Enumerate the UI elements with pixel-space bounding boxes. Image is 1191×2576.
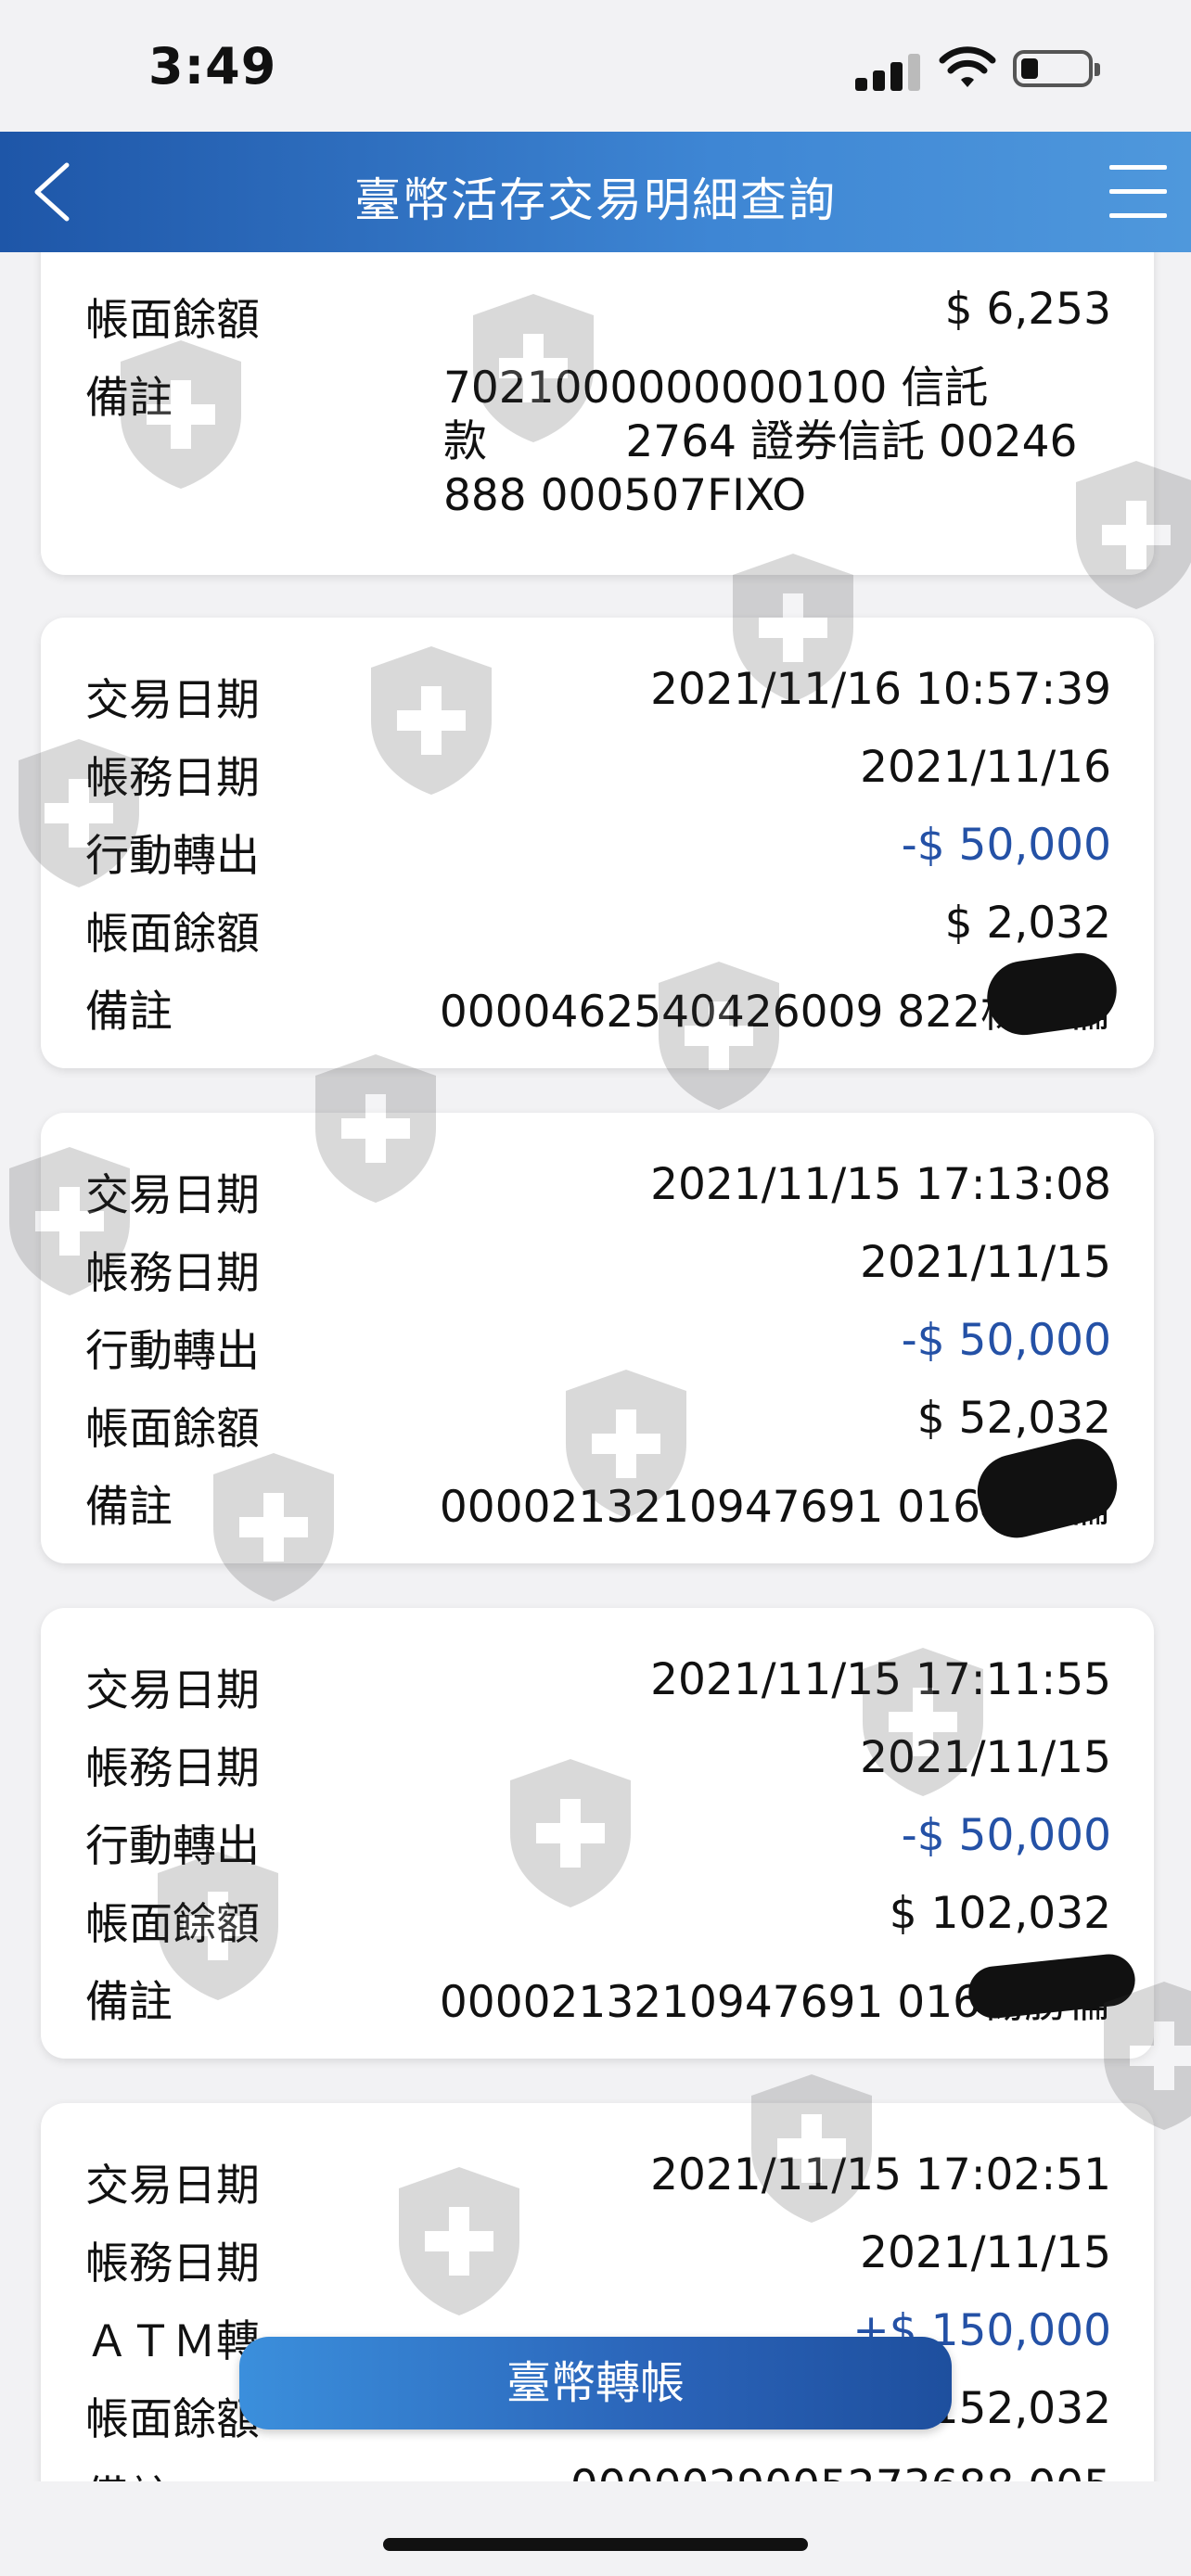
balance-row: 帳面餘額 $ 52,032 (85, 1393, 1111, 1455)
note-row: 備註 7021000000000100 信託 款 2764 證券信託 00246… (85, 362, 1111, 529)
transaction-date-row: 交易日期 2021/11/16 10:57:39 (85, 664, 1111, 726)
note-text: 7021000000000100 信託 款 2764 證券信託 00246 88… (443, 362, 1130, 523)
balance-row: 帳面餘額 $ 2,032 (85, 898, 1111, 960)
row-value: $ 52,032 (916, 1393, 1111, 1444)
row-label: 行動轉出 (85, 831, 260, 882)
row-label: 帳務日期 (85, 2238, 260, 2289)
row-label: 備註 (85, 2461, 173, 2481)
transaction-list[interactable]: 帳面餘額 $ 6,253 備註 7021000000000100 信託 款 27… (0, 252, 1191, 2481)
signal-icon (855, 50, 920, 91)
posting-date-row: 帳務日期 2021/11/15 (85, 1237, 1111, 1299)
home-indicator[interactable] (383, 2538, 808, 2551)
note-row: 備註 0000213210947691 016楊勝倫 (85, 1966, 1111, 2028)
note-row: 備註 0000029005273688 005 (85, 2461, 1111, 2481)
note-row: 備註 0000213210947691 016楊勝倫 (85, 1471, 1111, 1533)
row-label: 備註 (85, 987, 173, 1038)
amount-row: 行動轉出 -$ 50,000 (85, 1315, 1111, 1377)
row-label: 交易日期 (85, 675, 260, 726)
row-label: 帳面餘額 (85, 2394, 260, 2445)
row-label: 帳面餘額 (85, 295, 260, 346)
row-value: 2021/11/15 (860, 1237, 1111, 1288)
page-title: 臺幣活存交易明細查詢 (354, 173, 837, 227)
row-value: 2021/11/15 17:11:55 (650, 1654, 1111, 1705)
row-label: 備註 (85, 1482, 173, 1533)
row-value: 2021/11/16 10:57:39 (650, 664, 1111, 715)
row-label: 帳務日期 (85, 1248, 260, 1299)
transaction-date-row: 交易日期 2021/11/15 17:11:55 (85, 1654, 1111, 1716)
battery-icon (1013, 50, 1100, 87)
note-line: 款 2764 證券信託 00246 (443, 416, 1078, 467)
twd-transfer-button[interactable]: 臺幣轉帳 (239, 2337, 952, 2429)
row-label: 交易日期 (85, 1170, 260, 1221)
transaction-card[interactable]: 交易日期 2021/11/16 10:57:39 帳務日期 2021/11/16… (41, 618, 1154, 1068)
row-value: -$ 50,000 (901, 1315, 1111, 1366)
row-value: 2021/11/15 17:13:08 (650, 1159, 1111, 1210)
wifi-icon (939, 46, 996, 87)
transaction-card: 帳面餘額 $ 6,253 備註 7021000000000100 信託 款 27… (41, 252, 1154, 575)
transaction-card[interactable]: 交易日期 2021/11/15 17:13:08 帳務日期 2021/11/15… (41, 1113, 1154, 1563)
row-label: 交易日期 (85, 1665, 260, 1716)
row-value: 0000029005273688 005 (570, 2461, 1111, 2481)
transaction-date-row: 交易日期 2021/11/15 17:13:08 (85, 1159, 1111, 1221)
note-row: 備註 0000462540426009 822楊勝倫 (85, 976, 1111, 1038)
amount-row: 行動轉出 -$ 50,000 (85, 820, 1111, 882)
row-value: $ 2,032 (944, 898, 1111, 949)
row-label: 帳面餘額 (85, 1404, 260, 1455)
posting-date-row: 帳務日期 2021/11/15 (85, 2227, 1111, 2289)
hamburger-menu-icon[interactable] (1109, 165, 1172, 221)
row-value: $ 6,253 (944, 284, 1111, 335)
row-label: 備註 (85, 1977, 173, 2028)
row-value: 2021/11/15 17:02:51 (650, 2149, 1111, 2200)
note-line: 888 000507FIXO (443, 470, 807, 521)
row-value: $ 102,032 (889, 1888, 1111, 1939)
transaction-date-row: 交易日期 2021/11/15 17:02:51 (85, 2149, 1111, 2212)
status-time: 3:49 (148, 37, 277, 96)
row-value: -$ 50,000 (901, 1810, 1111, 1861)
note-line: 7021000000000100 信託 (443, 363, 989, 414)
row-label: 備註 (85, 373, 173, 424)
row-value: -$ 50,000 (901, 820, 1111, 871)
transaction-card[interactable]: 交易日期 2021/11/15 17:11:55 帳務日期 2021/11/15… (41, 1608, 1154, 2059)
status-bar: 3:49 (0, 0, 1191, 132)
row-label: 行動轉出 (85, 1821, 260, 1872)
posting-date-row: 帳務日期 2021/11/16 (85, 742, 1111, 804)
redaction-mark (966, 1951, 1138, 2021)
home-indicator-area (0, 2481, 1191, 2576)
row-value: 2021/11/15 (860, 1732, 1111, 1783)
balance-row: 帳面餘額 $ 102,032 (85, 1888, 1111, 1950)
row-value: 2021/11/15 (860, 2227, 1111, 2278)
row-label: 交易日期 (85, 2161, 260, 2212)
row-label: ＡＴＭ轉 (85, 2316, 260, 2367)
row-label: 行動轉出 (85, 1326, 260, 1377)
row-label: 帳面餘額 (85, 909, 260, 960)
row-label: 帳務日期 (85, 753, 260, 804)
row-label: 帳面餘額 (85, 1899, 260, 1950)
amount-row: 行動轉出 -$ 50,000 (85, 1810, 1111, 1872)
balance-row: 帳面餘額 $ 6,253 (85, 284, 1111, 346)
nav-header: 臺幣活存交易明細查詢 (0, 132, 1191, 252)
posting-date-row: 帳務日期 2021/11/15 (85, 1732, 1111, 1794)
row-value: 2021/11/16 (860, 742, 1111, 793)
row-label: 帳務日期 (85, 1743, 260, 1794)
